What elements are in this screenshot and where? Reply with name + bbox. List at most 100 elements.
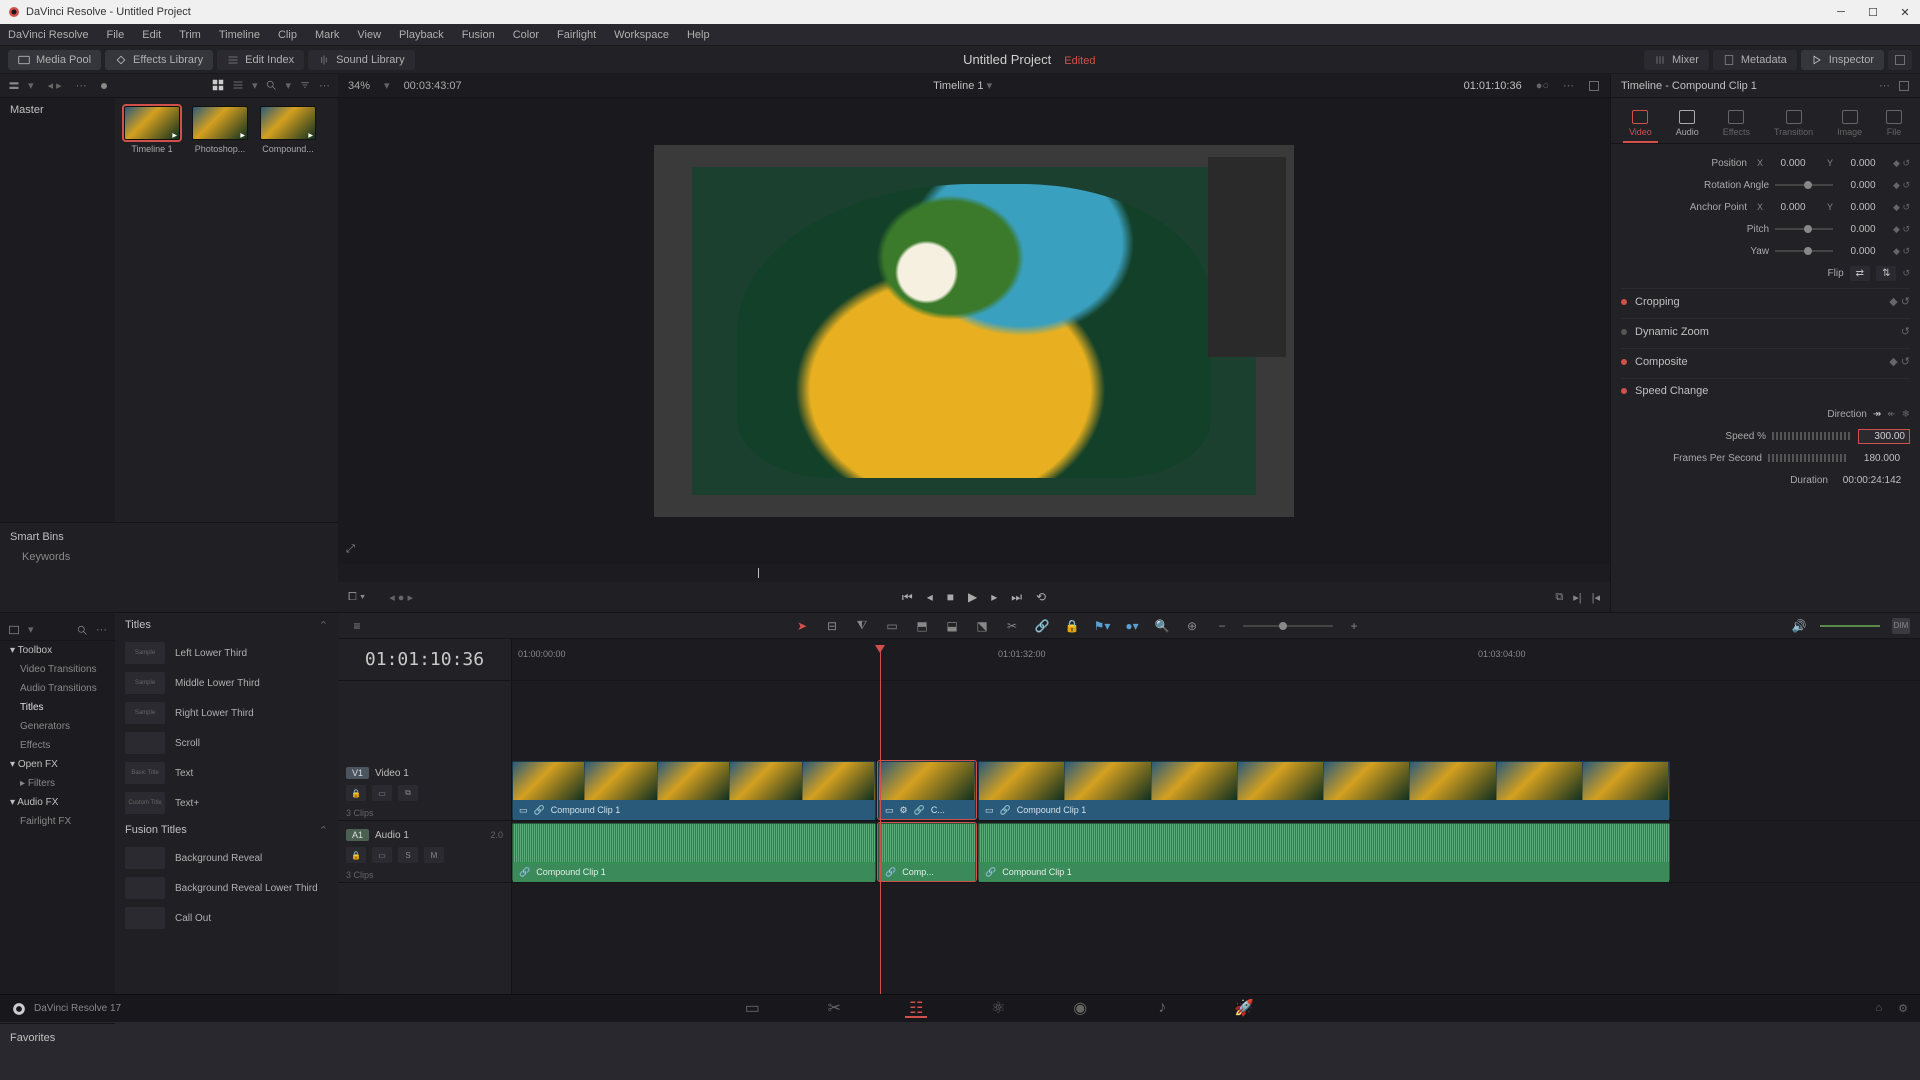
pitch-slider[interactable] (1775, 228, 1833, 230)
menu-color[interactable]: Color (513, 29, 539, 41)
fx-generators[interactable]: Generators (0, 717, 115, 736)
loop-button[interactable]: ⟲ (1036, 590, 1046, 604)
dim-button[interactable]: DIM (1892, 618, 1910, 634)
speed-change-section[interactable]: Speed Change (1621, 378, 1910, 403)
first-frame-button[interactable]: ⏮ (902, 590, 913, 605)
auto-select-icon[interactable]: ▭ (372, 847, 392, 863)
bypass-icon[interactable]: ◂ ● ▸ (389, 591, 413, 604)
menu-trim[interactable]: Trim (179, 29, 201, 41)
minimize-button[interactable]: ─ (1834, 5, 1848, 19)
flip-h-button[interactable]: ⇄ (1850, 266, 1870, 281)
inspector-tab-file[interactable]: File (1880, 106, 1908, 143)
prev-frame-button[interactable]: ◂ (927, 590, 933, 604)
fx-search-icon[interactable] (76, 624, 88, 636)
menu-fairlight[interactable]: Fairlight (557, 29, 596, 41)
deliver-page-icon[interactable]: 🚀 (1233, 1000, 1255, 1018)
inspector-tab-transition[interactable]: Transition (1768, 106, 1819, 143)
zoom-out-icon[interactable]: − (1213, 618, 1231, 634)
fusion-title-preset[interactable]: Background Reveal (115, 843, 338, 873)
menu-workspace[interactable]: Workspace (614, 29, 669, 41)
expand-toggle[interactable] (1888, 50, 1912, 70)
sound-library-toggle[interactable]: Sound Library (308, 50, 415, 70)
timeline-ruler[interactable]: 01:00:00:00 01:01:32:00 01:03:04:00 (512, 639, 1920, 681)
lock-icon[interactable]: 🔒 (1063, 618, 1081, 634)
play-button[interactable]: ▶ (968, 590, 977, 604)
tl-zoom-icon[interactable]: ⊕ (1183, 618, 1201, 634)
menu-playback[interactable]: Playback (399, 29, 444, 41)
go-next-icon[interactable]: ▸| (1573, 591, 1581, 604)
menu-file[interactable]: File (107, 29, 125, 41)
media-page-icon[interactable]: ▭ (741, 1000, 763, 1018)
fx-openfx[interactable]: ▾ Open FX (0, 755, 115, 774)
dynamic-zoom-section[interactable]: Dynamic Zoom↺ (1621, 318, 1910, 344)
menu-help[interactable]: Help (687, 29, 710, 41)
fps-scrubber[interactable] (1768, 454, 1848, 462)
title-preset[interactable]: SampleRight Lower Third (115, 698, 338, 728)
cropping-section[interactable]: Cropping◆ ↺ (1621, 288, 1910, 314)
stop-button[interactable]: ■ (947, 590, 954, 604)
inspector-more-icon[interactable]: ⋯ (1879, 79, 1890, 92)
inspector-tab-effects[interactable]: Effects (1717, 106, 1756, 143)
dir-fwd-button[interactable]: ↠ (1873, 409, 1881, 420)
razor-icon[interactable]: ✂ (1003, 618, 1021, 634)
metadata-toggle[interactable]: Metadata (1713, 50, 1797, 70)
tl-view-options-icon[interactable]: ≡ (348, 618, 366, 634)
fairlight-page-icon[interactable]: ♪ (1151, 1000, 1173, 1018)
fx-fairlightfx[interactable]: Fairlight FX (0, 812, 115, 831)
mixer-toggle[interactable]: Mixer (1644, 50, 1709, 70)
lock-track-icon[interactable]: 🔒 (346, 847, 366, 863)
dir-rev-button[interactable]: ↞ (1887, 409, 1895, 420)
timeline-selector[interactable]: Timeline 1 ▾ (476, 79, 1450, 92)
viewer-scrubber[interactable] (338, 564, 1610, 582)
fusion-title-preset[interactable]: Background Reveal Lower Third (115, 873, 338, 903)
fusion-title-preset[interactable]: Call Out (115, 903, 338, 933)
edit-index-toggle[interactable]: Edit Index (217, 50, 304, 70)
anchor-y-value[interactable]: 0.000 (1839, 202, 1887, 213)
effects-library-toggle[interactable]: Effects Library (105, 50, 213, 70)
audio-track-header[interactable]: A1Audio 12.0 🔒▭SM 3 Clips (338, 821, 511, 883)
close-button[interactable]: ✕ (1898, 5, 1912, 19)
playhead[interactable] (880, 645, 881, 994)
viewer-zoom[interactable]: 34% (348, 80, 370, 92)
edit-page-icon[interactable]: ☷ (905, 1000, 927, 1018)
menu-clip[interactable]: Clip (278, 29, 297, 41)
menu-resolve[interactable]: DaVinci Resolve (8, 29, 89, 41)
lock-track-icon[interactable]: 🔒 (346, 785, 366, 801)
viewer-canvas[interactable]: ⤢ (338, 98, 1610, 564)
fps-value[interactable]: 180.000 (1854, 453, 1910, 464)
fx-view-icon[interactable] (8, 624, 20, 636)
rotation-slider[interactable] (1775, 184, 1833, 186)
volume-slider[interactable] (1820, 625, 1880, 627)
fx-audiofx[interactable]: ▾ Audio FX (0, 793, 115, 812)
dir-freeze-button[interactable]: ❄ (1902, 409, 1910, 420)
cut-page-icon[interactable]: ✂ (823, 1000, 845, 1018)
auto-select-icon[interactable]: ▭ (372, 785, 392, 801)
smart-bin-keywords[interactable]: Keywords (10, 551, 328, 563)
menu-timeline[interactable]: Timeline (219, 29, 260, 41)
video-track-header[interactable]: V1Video 1 🔒▭⧉ 3 Clips (338, 759, 511, 821)
flip-v-button[interactable]: ⇅ (1876, 266, 1896, 281)
title-preset[interactable]: SampleMiddle Lower Third (115, 668, 338, 698)
position-y-value[interactable]: 0.000 (1839, 158, 1887, 169)
menu-mark[interactable]: Mark (315, 29, 339, 41)
marker-icon[interactable]: ●▾ (1123, 618, 1141, 634)
menu-view[interactable]: View (357, 29, 381, 41)
go-prev-icon[interactable]: |◂ (1592, 591, 1600, 604)
bin-master[interactable]: Master (0, 98, 115, 522)
link-icon[interactable]: 🔗 (1033, 618, 1051, 634)
selection-tool-icon[interactable]: ➤ (793, 618, 811, 634)
anchor-x-value[interactable]: 0.000 (1769, 202, 1817, 213)
clip-thumb[interactable]: Timeline 1 (123, 106, 181, 154)
match-frame-icon[interactable]: ⧉ (1555, 591, 1563, 604)
zoom-in-icon[interactable]: + (1345, 618, 1363, 634)
list-icon[interactable] (232, 79, 244, 91)
expand-viewer-icon[interactable] (1588, 80, 1600, 92)
maximize-button[interactable]: ☐ (1866, 5, 1880, 19)
search-icon[interactable] (265, 79, 277, 91)
mute-icon[interactable]: 🔊 (1790, 618, 1808, 634)
settings-icon[interactable]: ⚙ (1898, 1002, 1908, 1015)
flag-icon[interactable]: ⚑▾ (1093, 618, 1111, 634)
rotation-value[interactable]: 0.000 (1839, 180, 1887, 191)
clip-thumb[interactable]: Compound... (259, 106, 317, 154)
disable-track-icon[interactable]: ⧉ (398, 785, 418, 801)
